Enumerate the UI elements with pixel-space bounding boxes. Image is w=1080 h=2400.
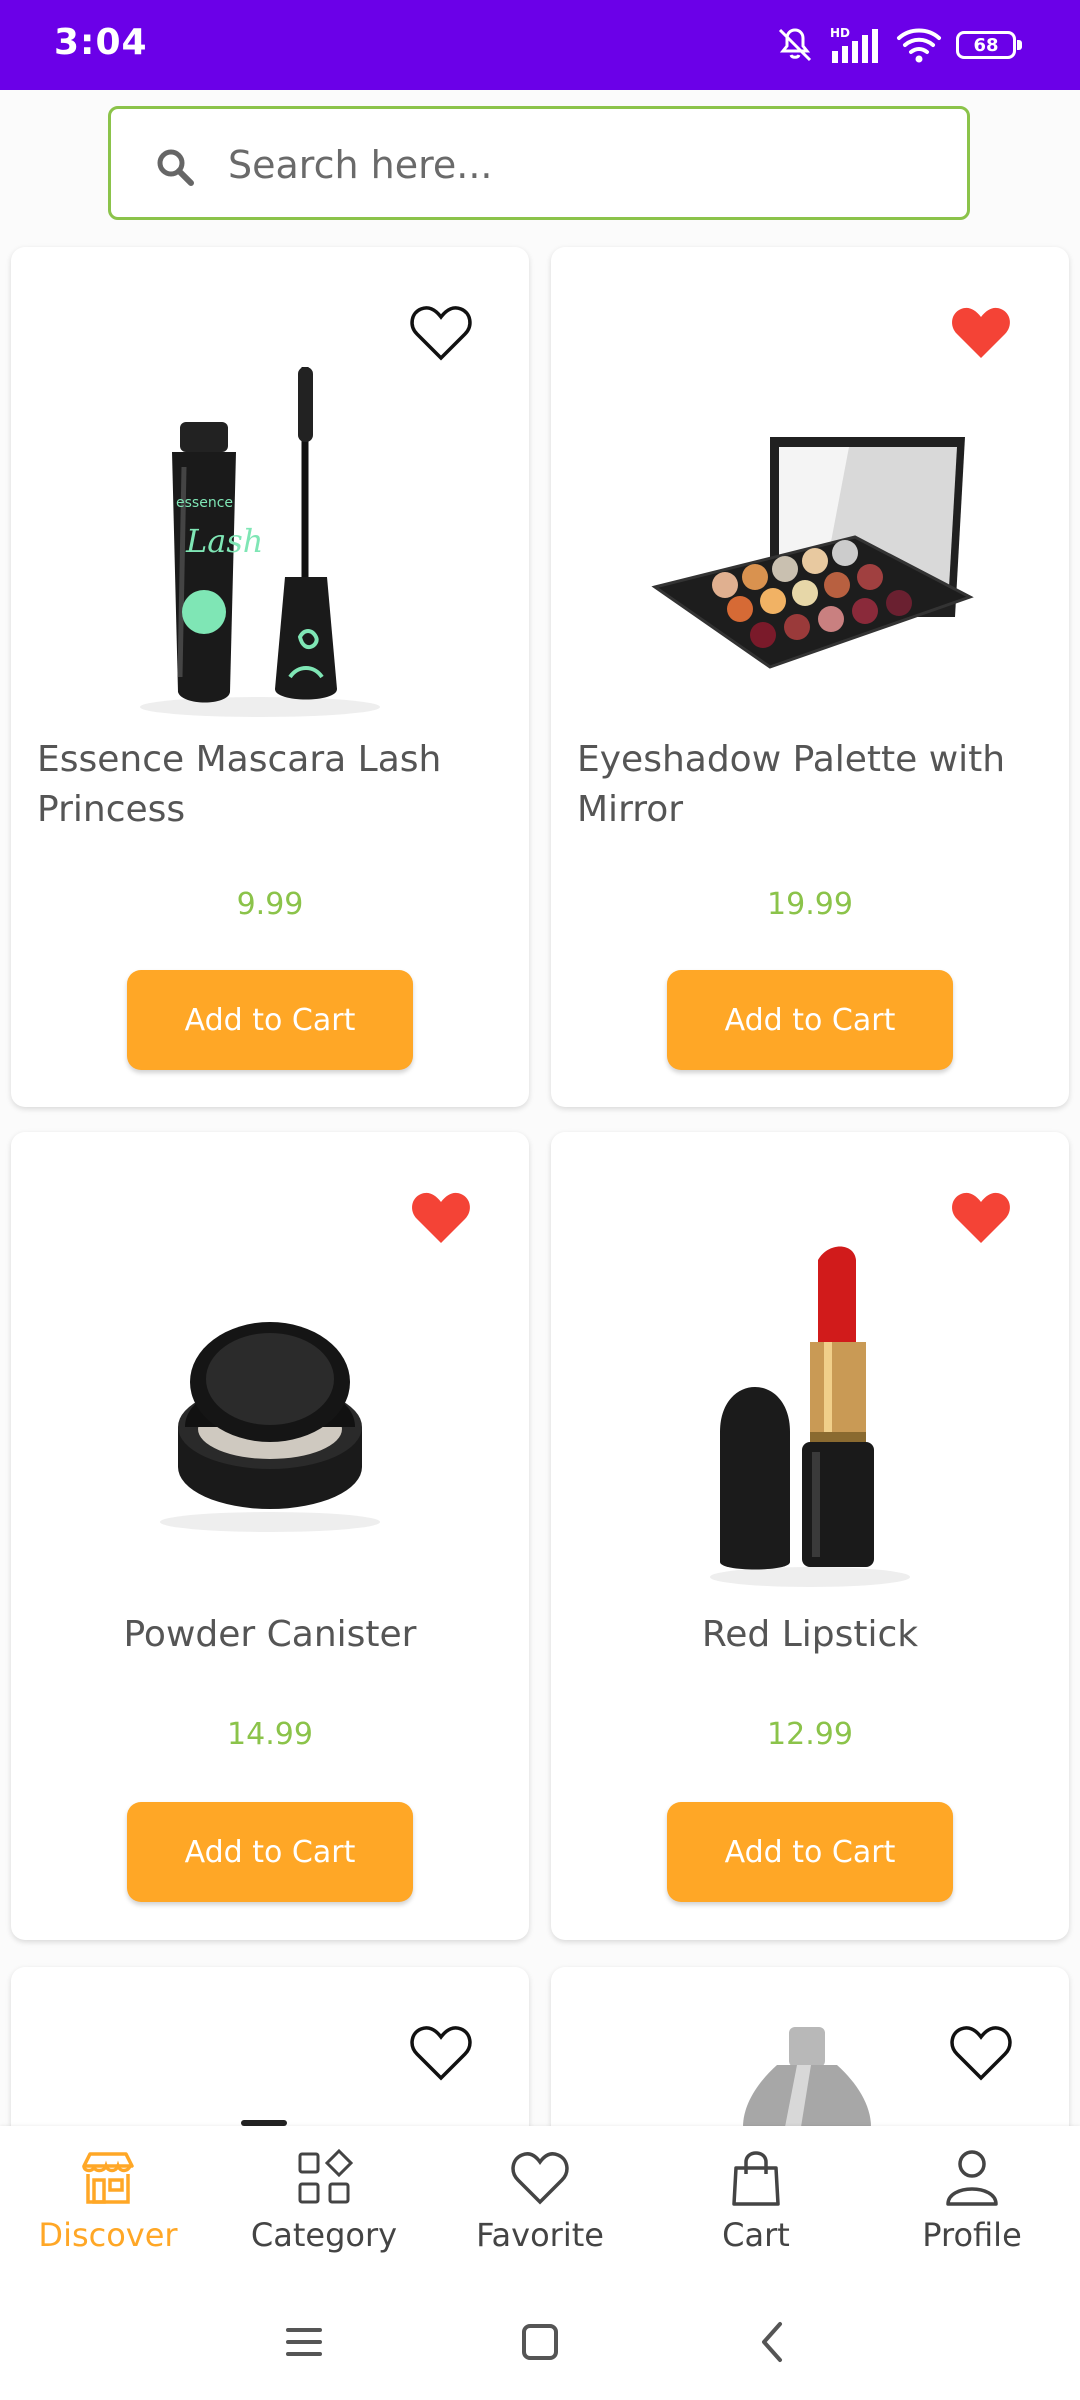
wifi-icon bbox=[897, 28, 941, 63]
lipstick-image bbox=[710, 1246, 910, 1587]
product-name: Powder Canister bbox=[123, 1614, 417, 1655]
nav-label: Discover bbox=[38, 2216, 178, 2254]
status-bar: 3:04 HD 68 bbox=[0, 0, 1080, 90]
nav-cart[interactable]: Cart bbox=[648, 2126, 864, 2276]
mute-vibrate-icon bbox=[778, 28, 812, 62]
product-price: 9.99 bbox=[236, 887, 304, 922]
heart-icon bbox=[511, 2152, 569, 2205]
product-image-mascara: essence Lash bbox=[11, 327, 529, 767]
product-price: 14.99 bbox=[227, 1717, 313, 1752]
search-input[interactable] bbox=[226, 129, 930, 201]
bag-icon bbox=[732, 2151, 780, 2206]
search-icon bbox=[157, 149, 194, 186]
product-image-eyeshadow bbox=[551, 347, 1069, 767]
hd-label: HD bbox=[830, 26, 850, 40]
home-icon[interactable] bbox=[510, 2312, 570, 2372]
status-time: 3:04 bbox=[54, 22, 148, 63]
product-card[interactable]: Powder Canister 14.99 Add to Cart bbox=[11, 1132, 529, 1940]
eyeshadow-palette-image bbox=[651, 437, 974, 669]
bottle-image bbox=[743, 2027, 871, 2127]
nav-favorite[interactable]: Favorite bbox=[432, 2126, 648, 2276]
add-to-cart-button[interactable]: Add to Cart bbox=[127, 970, 413, 1070]
svg-text:essence: essence bbox=[176, 495, 233, 511]
product-price: 12.99 bbox=[767, 1717, 853, 1752]
add-to-cart-button[interactable]: Add to Cart bbox=[127, 1802, 413, 1902]
product-price: 19.99 bbox=[767, 887, 853, 922]
add-to-cart-button[interactable]: Add to Cart bbox=[667, 970, 953, 1070]
add-to-cart-button[interactable]: Add to Cart bbox=[667, 1802, 953, 1902]
status-icons: HD 68 bbox=[774, 24, 1022, 66]
nav-label: Cart bbox=[722, 2216, 790, 2254]
product-list-screen: 3:04 HD 68 Search here... essence Lash E… bbox=[0, 0, 1080, 2400]
signal-icon: HD bbox=[830, 26, 878, 63]
back-icon[interactable] bbox=[744, 2312, 804, 2372]
category-icon bbox=[298, 2148, 354, 2204]
nav-profile[interactable]: Profile bbox=[864, 2126, 1080, 2276]
nav-category[interactable]: Category bbox=[216, 2126, 432, 2276]
product-card[interactable]: essence Lash Essence Mascara Lash Prince… bbox=[11, 247, 529, 1107]
profile-icon bbox=[946, 2150, 998, 2206]
product-name: Red Lipstick bbox=[701, 1614, 919, 1655]
nav-label: Profile bbox=[922, 2216, 1022, 2254]
product-name: Eyeshadow Palette with Mirror bbox=[577, 739, 1006, 830]
favorite-filled-icon[interactable] bbox=[409, 1188, 473, 1248]
product-card[interactable]: Eyeshadow Palette with Mirror 19.99 Add … bbox=[551, 247, 1069, 1107]
product-card[interactable]: Red Lipstick 12.99 Add to Cart bbox=[551, 1132, 1069, 1940]
favorite-outline-icon[interactable] bbox=[949, 2023, 1013, 2083]
search-box[interactable] bbox=[108, 106, 970, 220]
store-icon bbox=[82, 2152, 134, 2204]
nav-discover[interactable]: Discover bbox=[0, 2126, 216, 2276]
bottom-navigation: Discover Category Favorite Cart Profile bbox=[0, 2126, 1080, 2276]
system-navigation-bar bbox=[0, 2276, 1080, 2400]
nav-label: Favorite bbox=[476, 2216, 604, 2254]
svg-text:Lash: Lash bbox=[185, 522, 263, 560]
nav-label: Category bbox=[250, 2216, 398, 2254]
menu-icon[interactable] bbox=[274, 2312, 334, 2372]
product-image-powder bbox=[11, 1272, 529, 1572]
product-image-lipstick bbox=[551, 1212, 1069, 1612]
product-name: Essence Mascara Lash Princess bbox=[37, 739, 442, 830]
favorite-outline-icon[interactable] bbox=[409, 2023, 473, 2083]
powder-compact-image bbox=[160, 1322, 380, 1532]
battery-indicator: 68 bbox=[956, 31, 1022, 59]
mascara-image: essence Lash bbox=[140, 367, 380, 717]
